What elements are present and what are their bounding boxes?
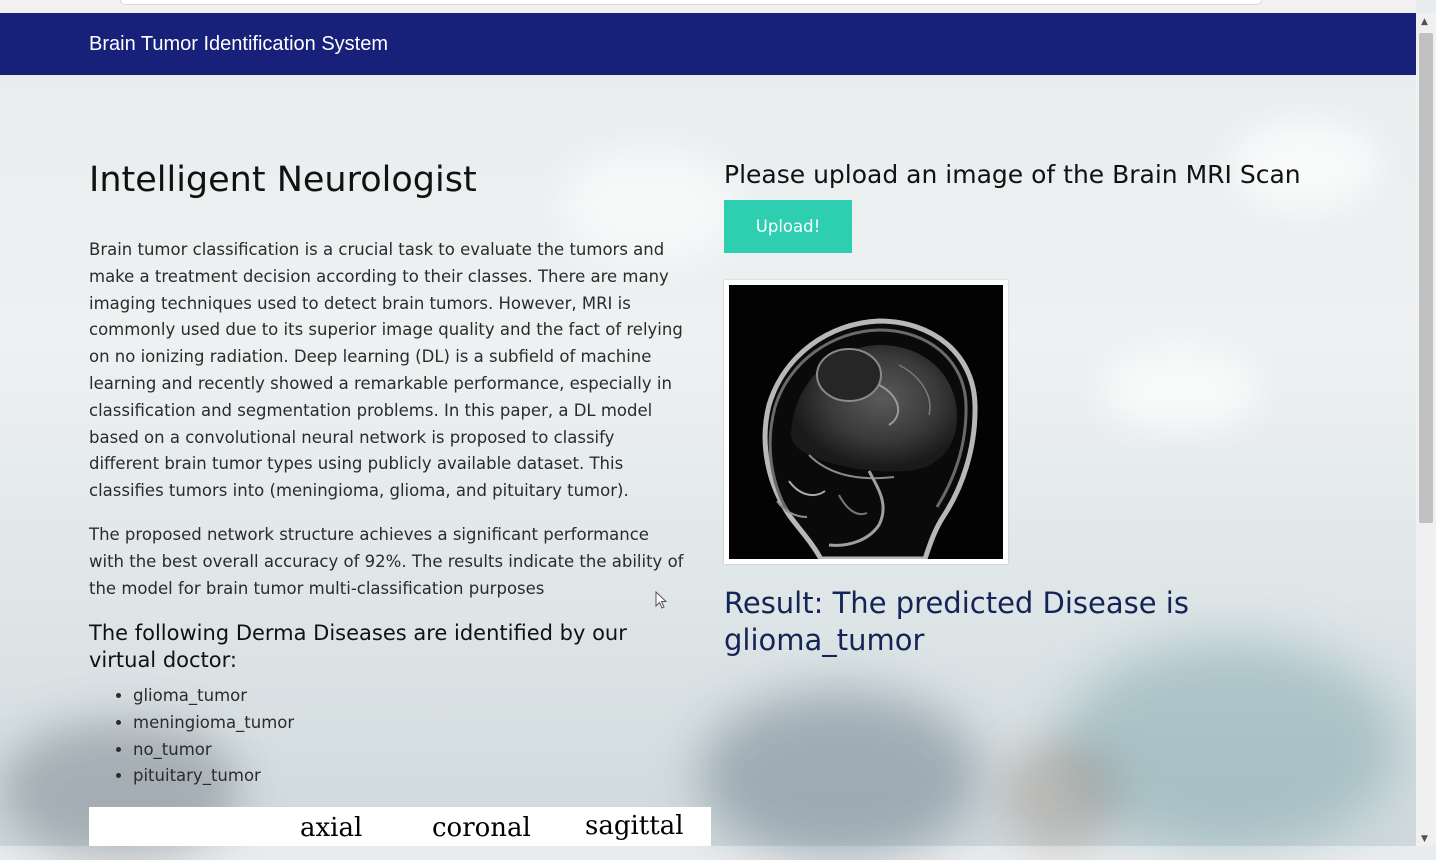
scroll-down-arrow-icon[interactable]: ▼ <box>1421 834 1428 844</box>
scroll-up-arrow-icon[interactable]: ▲ <box>1421 17 1428 27</box>
browser-address-edge <box>120 0 1262 5</box>
scrollbar-thumb[interactable] <box>1419 33 1433 523</box>
diseases-heading: The following Derma Diseases are identif… <box>89 621 627 672</box>
vertical-scrollbar[interactable]: ▲ ▼ <box>1416 13 1436 846</box>
view-label-axial: axial <box>300 813 363 843</box>
background-crowd-blob <box>700 690 980 860</box>
upload-button[interactable]: Upload! <box>724 200 852 253</box>
background-light-blob <box>1100 350 1260 430</box>
list-item: pituitary_tumor <box>133 763 294 790</box>
intro-section: Intelligent Neurologist Brain tumor clas… <box>89 160 689 785</box>
accuracy-paragraph: The proposed network structure achieves … <box>89 525 684 598</box>
prediction-result: Result: The predicted Disease is glioma_… <box>724 586 1189 657</box>
list-item: meningioma_tumor <box>133 710 294 737</box>
view-label-coronal: coronal <box>432 813 531 843</box>
navbar-brand[interactable]: Brain Tumor Identification System <box>89 33 388 56</box>
background-crowd-blob <box>1000 740 1120 850</box>
browser-top-strip <box>0 0 1416 13</box>
mouse-cursor-icon <box>655 591 668 609</box>
mri-scan-drawing <box>762 318 978 562</box>
upload-title: Please upload an image of the Brain MRI … <box>724 160 1301 189</box>
view-label-sagittal: sagittal <box>585 811 684 841</box>
disease-list: glioma_tumor meningioma_tumor no_tumor p… <box>89 683 294 790</box>
mri-scan-image <box>729 285 1003 562</box>
list-item: no_tumor <box>133 737 294 764</box>
mri-views-image: axial coronal sagittal <box>89 807 711 846</box>
mri-image-frame <box>724 280 1008 564</box>
navbar: Brain Tumor Identification System <box>0 13 1416 75</box>
upload-section: Please upload an image of the Brain MRI … <box>724 160 1404 657</box>
list-item: glioma_tumor <box>133 683 294 710</box>
page-title: Intelligent Neurologist <box>89 160 477 200</box>
intro-paragraph: Brain tumor classification is a crucial … <box>89 240 683 501</box>
